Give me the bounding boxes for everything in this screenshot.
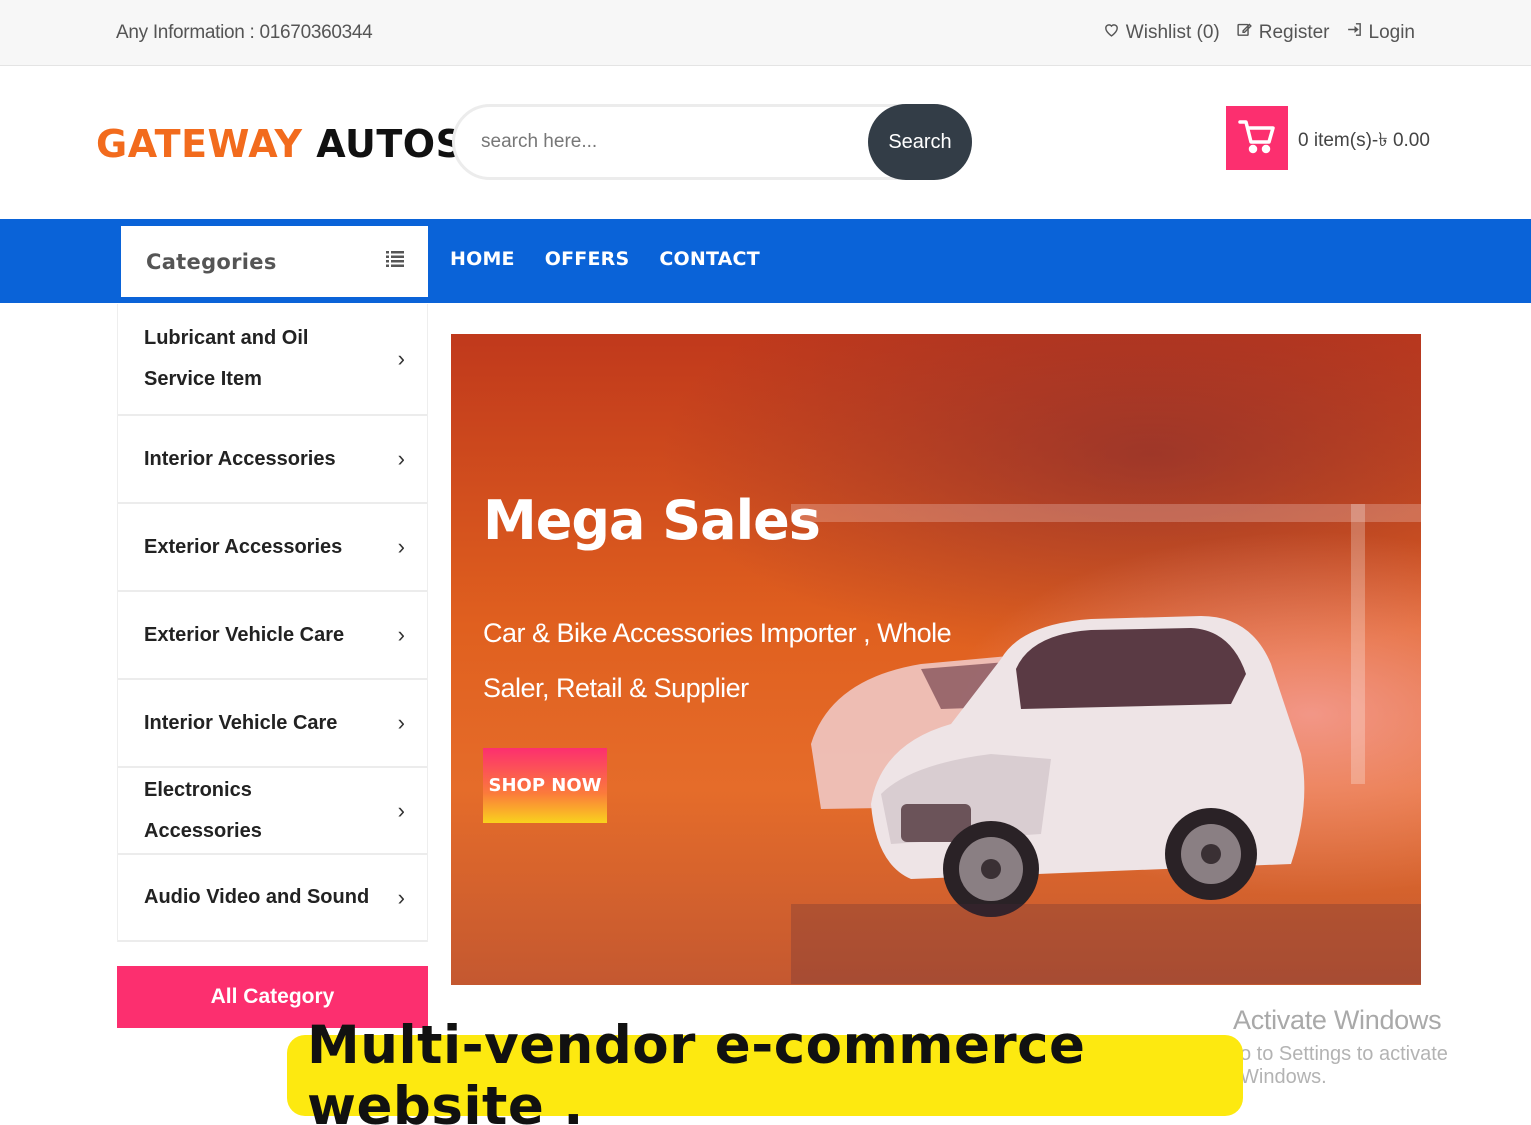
cart-button[interactable] <box>1226 106 1288 170</box>
edit-icon <box>1236 21 1253 44</box>
chevron-right-icon: › <box>397 534 405 559</box>
login-link[interactable]: Login <box>1346 21 1416 44</box>
category-label: Electronics Accessories <box>144 778 262 842</box>
nav-contact[interactable]: CONTACT <box>659 248 760 270</box>
wishlist-label: Wishlist (0) <box>1125 21 1220 43</box>
category-label: Interior Vehicle Care <box>144 711 338 734</box>
wishlist-link[interactable]: Wishlist (0) <box>1103 21 1220 44</box>
nav-offers[interactable]: OFFERS <box>545 248 630 270</box>
cart-summary[interactable]: 0 item(s)-৳ 0.00 <box>1298 126 1430 158</box>
activate-windows-hint: o to Settings to activate Windows. <box>1240 1043 1448 1088</box>
nav-home[interactable]: HOME <box>450 248 515 270</box>
search-button[interactable]: Search <box>868 104 972 180</box>
caption-text: Multi-vendor e-commerce website . <box>307 1014 1086 1125</box>
shop-now-button[interactable]: SHOP NOW <box>483 748 607 823</box>
category-list: Lubricant and Oil Service Item › Interio… <box>117 304 428 942</box>
register-label: Register <box>1258 21 1330 43</box>
top-bar: Any Information : 01670360344 Wishlist (… <box>0 0 1531 66</box>
main-menu: HOME OFFERS CONTACT <box>450 248 760 270</box>
category-item[interactable]: Lubricant and Oil Service Item › <box>118 304 427 416</box>
hero-banner: Mega Sales Car & Bike Accessories Import… <box>451 334 1421 985</box>
site-logo[interactable]: GATEWAY AUTOS <box>96 122 463 166</box>
logo-autos: AUTOS <box>316 122 464 166</box>
search-input[interactable] <box>481 125 861 159</box>
chevron-right-icon: › <box>397 797 405 823</box>
category-label: Audio Video and Sound <box>144 886 370 908</box>
list-icon <box>386 250 404 273</box>
category-item[interactable]: Exterior Vehicle Care › <box>118 592 427 680</box>
category-item[interactable]: Interior Vehicle Care › <box>118 680 427 768</box>
banner-title: Mega Sales <box>483 489 821 552</box>
register-link[interactable]: Register <box>1236 21 1330 44</box>
activate-windows-watermark: Activate Windows <box>1233 1005 1442 1035</box>
category-label: Exterior Accessories <box>144 535 343 558</box>
category-item[interactable]: Interior Accessories › <box>118 416 427 504</box>
caption-banner: Multi-vendor e-commerce website . <box>287 1015 1243 1125</box>
categories-toggle[interactable]: Categories <box>121 226 428 297</box>
chevron-right-icon: › <box>397 446 405 471</box>
shopping-cart-icon <box>1237 116 1277 161</box>
logo-gateway: GATEWAY <box>96 122 303 166</box>
top-links: Wishlist (0) Register Login <box>1103 21 1415 44</box>
category-label: Exterior Vehicle Care <box>144 623 345 646</box>
search-bar: Search <box>452 104 972 180</box>
banner-subtitle: Car & Bike Accessories Importer , Whole … <box>483 618 952 703</box>
category-label: Lubricant and Oil Service Item <box>144 327 309 390</box>
sign-in-icon <box>1346 21 1363 44</box>
category-item[interactable]: Electronics Accessories › <box>118 768 427 855</box>
category-item[interactable]: Audio Video and Sound › <box>118 855 427 942</box>
login-label: Login <box>1368 21 1416 43</box>
chevron-right-icon: › <box>397 710 405 735</box>
categories-label: Categories <box>146 249 277 274</box>
chevron-right-icon: › <box>397 346 405 371</box>
chevron-right-icon: › <box>397 622 405 647</box>
category-item[interactable]: Exterior Accessories › <box>118 504 427 592</box>
chevron-right-icon: › <box>397 884 405 910</box>
heart-icon <box>1103 21 1120 44</box>
contact-info: Any Information : 01670360344 <box>116 22 373 43</box>
car-image <box>791 504 1421 984</box>
category-label: Interior Accessories <box>144 447 336 470</box>
